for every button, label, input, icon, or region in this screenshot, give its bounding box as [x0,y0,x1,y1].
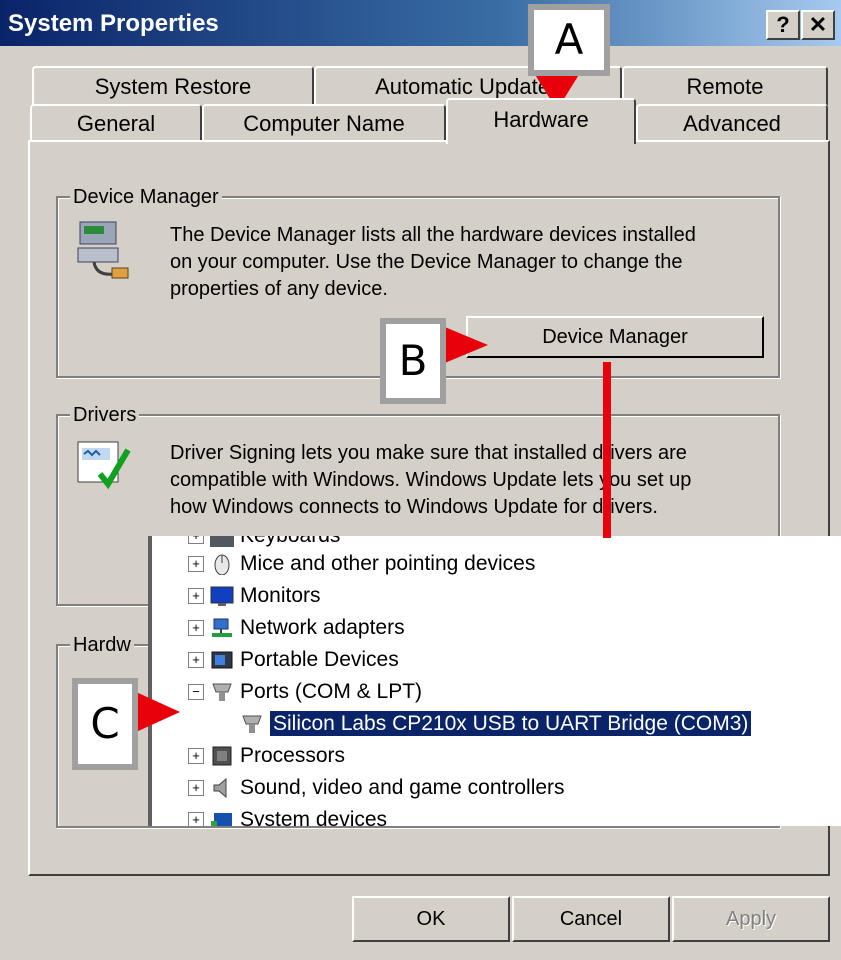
callout-b: B [380,318,446,404]
callout-c: C [72,678,138,770]
arrow-b-icon [440,325,488,365]
tab-hardware[interactable]: Hardware [446,98,636,144]
annotation-arrows [136,73,611,732]
connector-line [603,362,611,538]
callout-a: A [528,4,610,76]
arrow-c-icon [136,692,180,732]
